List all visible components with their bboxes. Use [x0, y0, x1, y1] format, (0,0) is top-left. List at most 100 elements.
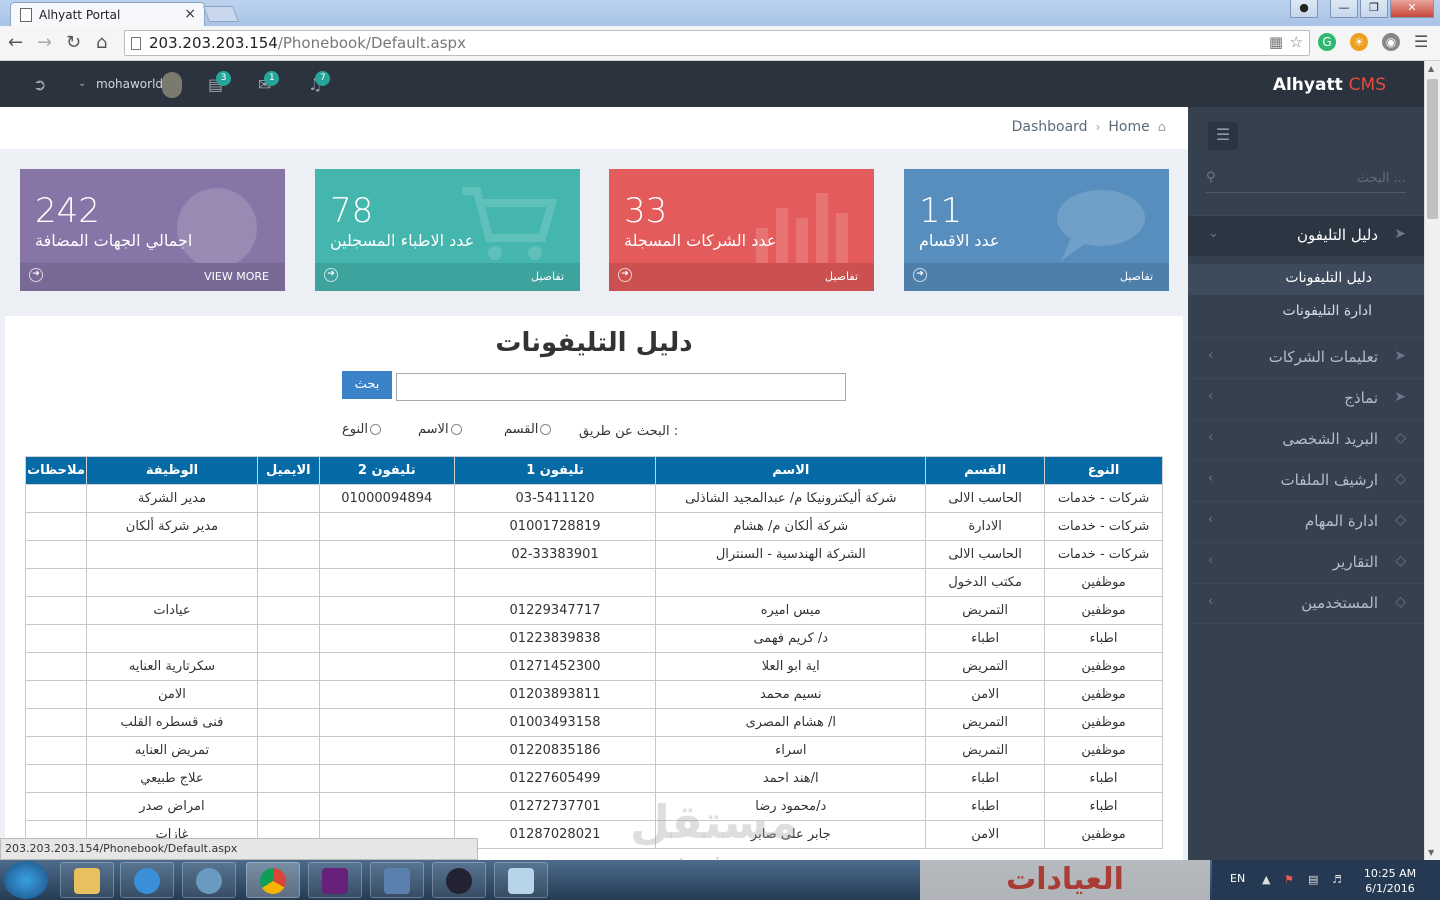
forward-icon[interactable]: →	[37, 32, 52, 53]
column-header[interactable]: الايميل	[256, 456, 320, 485]
table-row[interactable]: شركات - خدمات الحاسب الالى الشركة الهندسية…	[24, 540, 1163, 569]
sidebar-subitem-manage-phones[interactable]: ادارة التليفونات	[1188, 297, 1424, 328]
taskbar-explorer[interactable]	[60, 862, 114, 898]
close-tab-icon[interactable]: ×	[184, 6, 196, 22]
column-header[interactable]: تليفون 1	[453, 456, 657, 485]
vertical-scrollbar[interactable]: ▲ ▼	[1424, 61, 1440, 860]
chevron-left-icon: ‹	[1208, 430, 1214, 445]
breadcrumb-home[interactable]: Home	[1108, 119, 1149, 135]
sidebar-item-reports[interactable]: التقارير ◇ ‹	[1188, 542, 1424, 583]
radio-circle[interactable]	[450, 424, 462, 435]
sidebar-item-forms[interactable]: نماذج ➤ ‹	[1188, 378, 1424, 419]
stat-more-link[interactable]: ➜ VIEW MORE	[20, 263, 285, 291]
table-row[interactable]: اطباء اطباء ا/هند احمد 01227605499 علاج طبيع…	[24, 764, 1163, 793]
sidebar-item-file-archive[interactable]: ارشيف الملفات ◇ ‹	[1188, 460, 1424, 501]
browser-menu-icon[interactable]: ☰	[1414, 32, 1428, 51]
bookmark-star-icon[interactable]: ☆	[1290, 33, 1303, 51]
table-row[interactable]: موظفين مكتب الدخول	[24, 568, 1163, 597]
sidebar-item-phonebook[interactable]: دليل التليفون ➤ ⌄	[1188, 215, 1424, 256]
chevron-down-icon[interactable]: ⌄	[78, 78, 86, 89]
scrollbar-thumb[interactable]	[1427, 79, 1438, 219]
column-header[interactable]: الوظيفة	[86, 456, 258, 485]
clock[interactable]: 10:25 AM 6/1/2016	[1360, 866, 1420, 896]
sidebar-item-company-instructions[interactable]: تعليمات الشركات ➤ ‹	[1188, 337, 1424, 378]
show-hidden-icons-icon[interactable]: ▲	[1262, 873, 1270, 886]
reload-icon[interactable]: ↻	[66, 32, 81, 53]
profile-icon[interactable]: ●	[1290, 0, 1318, 18]
table-row[interactable]: موظفين التمريض اية ابو العلا 01271452300 سكر…	[24, 652, 1163, 681]
address-bar[interactable]: 203.203.203.154/Phonebook/Default.aspx ▦…	[124, 30, 1310, 56]
column-header[interactable]: النوع	[1044, 456, 1163, 485]
table-cell: شركات - خدمات	[1044, 540, 1163, 569]
radio-circle[interactable]	[540, 424, 552, 435]
extension-icon[interactable]: ☀	[1350, 33, 1368, 51]
close-window-button[interactable]: ✕	[1390, 0, 1434, 18]
taskbar-network[interactable]	[182, 862, 236, 898]
stat-number: 242	[35, 191, 100, 231]
search-button[interactable]: بحث	[342, 371, 392, 399]
browser-tab[interactable]: Alhyatt Portal ×	[10, 2, 205, 26]
column-header[interactable]: تليفون 2	[318, 456, 455, 485]
page-info-icon[interactable]	[131, 37, 141, 50]
brand-logo[interactable]: Alhyatt CMS	[1273, 75, 1386, 95]
new-tab-button[interactable]	[203, 6, 239, 22]
stat-more-link[interactable]: ➜ تفاصيل	[315, 263, 580, 291]
back-icon[interactable]: ←	[8, 32, 23, 53]
taskbar-ie[interactable]	[120, 862, 174, 898]
maximize-button[interactable]: ❐	[1360, 0, 1388, 18]
avatar[interactable]	[162, 72, 182, 98]
taskbar-chrome[interactable]	[246, 862, 300, 898]
column-header[interactable]: الاسم	[655, 456, 927, 485]
table-row[interactable]: موظفين التمريض ميس اميره 01229347717 عيادات	[24, 596, 1163, 625]
radio-type[interactable]: النوع	[342, 422, 381, 437]
table-row[interactable]: شركات - خدمات الحاسب الالى شركة أليكترونيك…	[24, 484, 1163, 513]
taskbar-visual-studio[interactable]	[308, 862, 362, 898]
table-row[interactable]: موظفين التمريض ا/ هشام المصرى 01003493158 فن…	[24, 708, 1163, 737]
sidebar-item-users[interactable]: المستخدمين ◇ ‹	[1188, 583, 1424, 624]
language-indicator[interactable]: EN	[1230, 872, 1245, 885]
volume-icon[interactable]: ♬	[1332, 873, 1342, 886]
sidebar-item-label: البريد الشخصى	[1282, 430, 1378, 448]
sidebar-search-input[interactable]: البحث ... ⚲	[1206, 165, 1406, 193]
taskbar-notepad[interactable]	[494, 862, 548, 898]
bell-icon[interactable]: ♫ 7	[308, 71, 331, 94]
stat-more-link[interactable]: ➜ تفاصيل	[609, 263, 874, 291]
taskbar-media[interactable]	[432, 862, 486, 898]
calendar-icon[interactable]: ▤ 3	[208, 71, 232, 94]
browser-toolbar: ← → ↻ ⌂ 203.203.203.154/Phonebook/Defaul…	[0, 26, 1440, 61]
sidebar-item-personal-mail[interactable]: البريد الشخصى ◇ ‹	[1188, 419, 1424, 460]
radio-circle[interactable]	[369, 424, 381, 435]
scroll-down-icon[interactable]: ▼	[1428, 848, 1434, 857]
action-center-icon[interactable]: ⚑	[1284, 873, 1294, 886]
sidebar-item-task-management[interactable]: ادارة المهام ◇ ‹	[1188, 501, 1424, 542]
table-row[interactable]: اطباء اطباء د/محمود رضا 01272737701 امراض صد…	[24, 792, 1163, 821]
username[interactable]: mohaworld	[96, 77, 163, 91]
table-cell: الامن	[86, 680, 258, 709]
logout-icon[interactable]: ➲	[33, 75, 46, 94]
search-input[interactable]	[396, 373, 846, 401]
minimize-button[interactable]: —	[1330, 0, 1358, 18]
home-icon[interactable]: ⌂	[96, 32, 107, 53]
stat-more-link[interactable]: ➜ تفاصيل	[904, 263, 1169, 291]
column-header[interactable]: القسم	[925, 456, 1046, 485]
sidebar-subitem-phonebooks[interactable]: دليل التليفونات	[1188, 264, 1424, 295]
column-header[interactable]: ملاحظات	[24, 456, 88, 485]
table-row[interactable]: موظفين الامن نسيم محمد 01203893811 الامن	[24, 680, 1163, 709]
grammarly-icon[interactable]: G	[1318, 33, 1336, 51]
taskbar-remote-desktop[interactable]	[370, 862, 424, 898]
table-cell: 01223839838	[453, 624, 657, 653]
start-button[interactable]	[4, 861, 48, 899]
camera-icon[interactable]: ◉	[1382, 33, 1400, 51]
table-row[interactable]: اطباء اطباء د/ كريم فهمى 01223839838	[24, 624, 1163, 653]
table-row[interactable]: موظفين التمريض اسراء 01220835186 تمريض العنا…	[24, 736, 1163, 765]
scroll-up-icon[interactable]: ▲	[1428, 64, 1434, 73]
radio-name[interactable]: الاسم	[418, 422, 462, 437]
envelope-icon[interactable]: ✉ 1	[258, 71, 280, 94]
radio-department[interactable]: القسم	[504, 422, 552, 437]
table-row[interactable]: شركات - خدمات الادارة شركة ألكان م/ هشام 01…	[24, 512, 1163, 541]
network-icon[interactable]: ▤	[1308, 873, 1318, 886]
translate-icon[interactable]: ▦	[1269, 33, 1283, 51]
table-body: شركات - خدمات الحاسب الالى شركة أليكترونيك…	[24, 484, 1163, 849]
sidebar-toggle-icon[interactable]: ☰	[1208, 122, 1238, 150]
breadcrumb-dashboard[interactable]: Dashboard	[1012, 119, 1088, 135]
